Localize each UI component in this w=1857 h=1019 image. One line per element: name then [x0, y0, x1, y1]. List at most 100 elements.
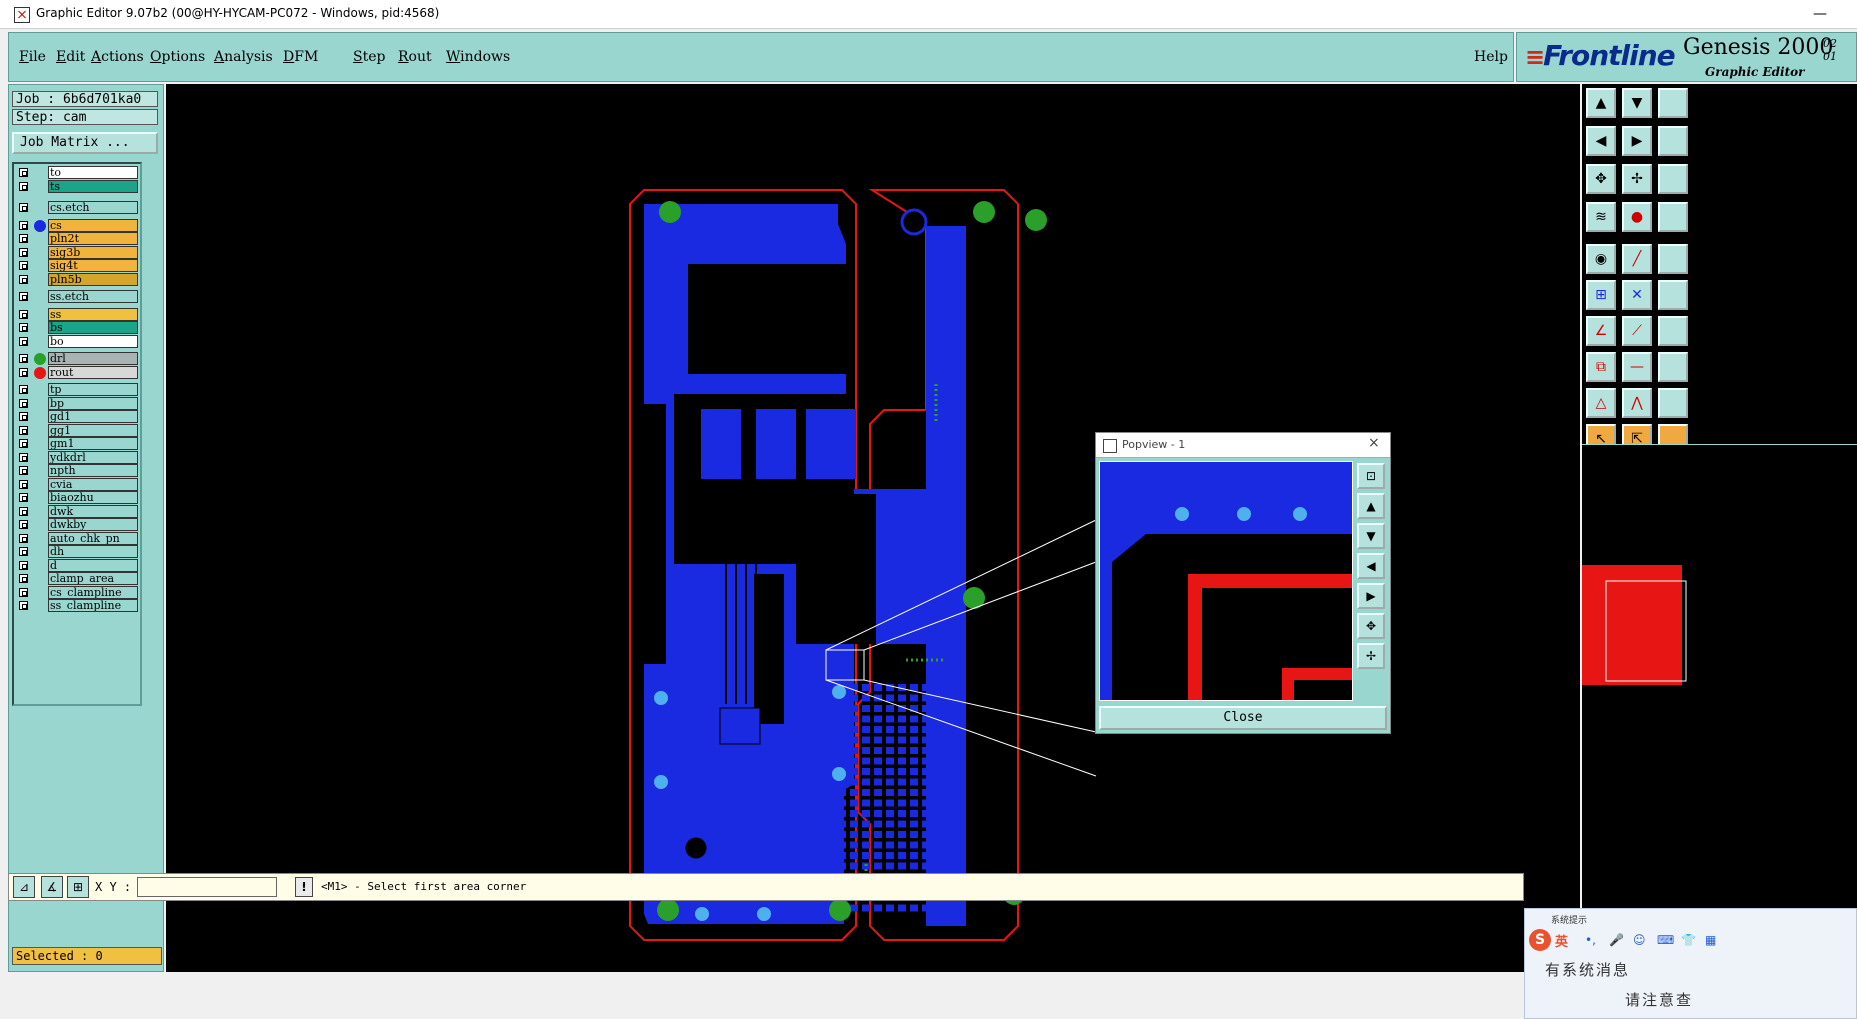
layer-checkbox[interactable] [19, 574, 28, 583]
diagonal-button[interactable]: ⟋ [1622, 316, 1652, 346]
toolbar-button[interactable] [1658, 164, 1688, 194]
menu-step[interactable]: Step [353, 49, 385, 65]
layer-checkbox[interactable] [19, 181, 28, 191]
layer-row-d[interactable]: d [16, 558, 138, 573]
layer-row-ydkdrl[interactable]: ydkdrl [16, 450, 138, 465]
layer-checkbox[interactable] [19, 292, 28, 301]
layer-row-dwkby[interactable]: dwkby [16, 518, 138, 532]
layer-checkbox[interactable] [19, 247, 28, 257]
add-line-button[interactable]: ╱ [1622, 244, 1652, 274]
layer-checkbox[interactable] [19, 560, 28, 570]
xy-input[interactable] [137, 877, 277, 897]
emoji-icon[interactable]: ☺ [1633, 933, 1646, 947]
layer-checkbox[interactable] [19, 587, 28, 597]
popview-left-button[interactable]: ◀ [1357, 553, 1385, 579]
layer-name[interactable]: biaozhu [48, 491, 138, 504]
popview-close-icon[interactable]: × [1368, 435, 1380, 451]
measure-button[interactable]: ● [1622, 202, 1652, 232]
layer-checkbox[interactable] [19, 309, 28, 319]
zoom-fit-button[interactable]: ✥ [1586, 164, 1616, 194]
menu-edit[interactable]: Edit [56, 49, 85, 65]
popview-right-button[interactable]: ▶ [1357, 583, 1385, 609]
popview-zoom-button[interactable]: ⊡ [1357, 463, 1385, 489]
menu-analysis[interactable]: Analysis [214, 49, 273, 65]
layer-row-auto-chk-pn[interactable]: auto_chk_pn [16, 531, 138, 546]
layer-row-ss-etch[interactable]: ss.etch [16, 290, 138, 304]
menu-file[interactable]: File [19, 49, 46, 65]
layer-name[interactable]: drl [48, 352, 138, 365]
layer-name[interactable]: dwk [48, 504, 138, 518]
layer-name[interactable]: dh [48, 545, 138, 558]
measure-mode-icon[interactable]: ∡ [41, 876, 63, 898]
layer-name[interactable]: sig3b [48, 245, 138, 259]
toolbar-button[interactable] [1658, 352, 1688, 382]
layer-row-npth[interactable]: npth [16, 464, 138, 478]
layer-name[interactable]: ss_clampline [48, 599, 138, 612]
layer-checkbox[interactable] [19, 354, 28, 363]
snap-mode-icon[interactable]: ⊿ [13, 876, 35, 898]
layer-name[interactable]: cs_clampline [48, 585, 138, 599]
layer-row-sig4t[interactable]: sig4t [16, 259, 138, 273]
layer-checkbox[interactable] [19, 493, 28, 502]
layer-checkbox[interactable] [19, 506, 28, 516]
snap-button[interactable]: ≋ [1586, 202, 1616, 232]
layer-name[interactable]: pln2t [48, 232, 138, 245]
layer-checkbox[interactable] [19, 385, 28, 394]
grid-mode-icon[interactable]: ⊞ [67, 876, 89, 898]
layer-row-pln5b[interactable]: pln5b [16, 272, 138, 287]
layer-checkbox[interactable] [19, 336, 28, 346]
layer-name[interactable]: bp [48, 396, 138, 410]
layer-name[interactable]: bo [48, 334, 138, 348]
layer-row-cs-clampline[interactable]: cs_clampline [16, 585, 138, 600]
net-button[interactable]: ⊞ [1586, 280, 1616, 310]
layer-row-bs[interactable]: bs [16, 321, 138, 335]
microphone-icon[interactable]: 🎤 [1609, 933, 1624, 947]
toolbar-button[interactable] [1658, 316, 1688, 346]
layer-name[interactable]: auto_chk_pn [48, 531, 138, 545]
add-pad-button[interactable]: ◉ [1586, 244, 1616, 274]
punctuation-icon[interactable]: •, [1585, 933, 1596, 947]
layer-row-pln2t[interactable]: pln2t [16, 232, 138, 246]
layer-name[interactable]: pln5b [48, 272, 138, 286]
popview-up-button[interactable]: ▲ [1357, 493, 1385, 519]
layer-name[interactable]: bs [48, 321, 138, 334]
menu-options[interactable]: Options [150, 49, 205, 65]
layer-name[interactable]: cvia [48, 477, 138, 491]
toolbar-button[interactable] [1658, 280, 1688, 310]
layer-name[interactable]: ydkdrl [48, 450, 138, 464]
layer-name[interactable]: rout [48, 365, 138, 379]
layer-name[interactable]: clamp_area [48, 572, 138, 585]
angle-button[interactable]: ∠ [1586, 316, 1616, 346]
layer-checkbox[interactable] [19, 439, 28, 448]
layer-row-dh[interactable]: dh [16, 545, 138, 559]
horizontal-button[interactable]: — [1622, 352, 1652, 382]
layer-name[interactable]: cs [48, 218, 138, 232]
menu-help[interactable]: Help [1474, 49, 1508, 65]
layer-row-bp[interactable]: bp [16, 396, 138, 411]
layer-name[interactable]: d [48, 558, 138, 572]
layer-checkbox[interactable] [19, 601, 28, 610]
toolbar-button[interactable] [1658, 388, 1688, 418]
layer-row-cvia[interactable]: cvia [16, 477, 138, 492]
job-matrix-button[interactable]: Job Matrix ... [12, 132, 158, 154]
layer-checkbox[interactable] [19, 547, 28, 556]
layer-checkbox[interactable] [19, 452, 28, 462]
menu-windows[interactable]: Windows [446, 49, 510, 65]
pan-right-button[interactable]: ▶ [1622, 126, 1652, 156]
toolbar-button[interactable] [1658, 244, 1688, 274]
popview-home-button[interactable]: ✢ [1357, 643, 1385, 669]
layer-name[interactable]: gd1 [48, 410, 138, 423]
menu-rout[interactable]: Rout [398, 49, 432, 65]
layer-row-clamp-area[interactable]: clamp_area [16, 572, 138, 586]
layer-row-cs[interactable]: cs [16, 218, 138, 233]
layer-row-sig3b[interactable]: sig3b [16, 245, 138, 260]
delete-button[interactable]: ✕ [1622, 280, 1652, 310]
toolbar-button[interactable] [1658, 126, 1688, 156]
layer-checkbox[interactable] [19, 479, 28, 489]
layer-row-gm1[interactable]: gm1 [16, 437, 138, 451]
layer-checkbox[interactable] [19, 261, 28, 270]
layer-checkbox[interactable] [19, 234, 28, 243]
layer-row-ss-clampline[interactable]: ss_clampline [16, 599, 138, 613]
pan-left-button[interactable]: ◀ [1586, 126, 1616, 156]
layer-checkbox[interactable] [19, 533, 28, 543]
